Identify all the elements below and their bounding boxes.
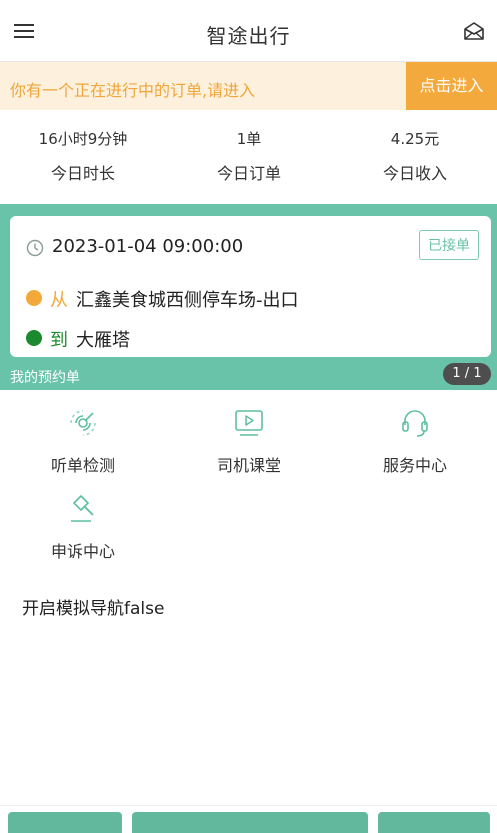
order-listening-icon <box>70 410 96 436</box>
reservation-section: 2023-01-04 09:00:00 已接单 从 汇鑫美食城西侧停车场-出口 … <box>0 204 497 390</box>
menu-item-service-center[interactable]: 服务中心 <box>332 400 497 480</box>
reservation-label: 我的预约单 <box>10 370 80 386</box>
simulated-nav-toggle[interactable]: 开启模拟导航false <box>22 594 164 619</box>
ongoing-order-banner: 你有一个正在进行中的订单,请进入 点击进入 <box>0 62 497 110</box>
order-time: 2023-01-04 09:00:00 <box>52 236 244 257</box>
app-title: 智途出行 <box>206 24 291 48</box>
destination-tag: 到 <box>50 330 68 351</box>
origin-dot-icon <box>26 290 42 306</box>
stat-label: 今日订单 <box>216 164 281 183</box>
stat-label: 今日收入 <box>382 164 447 183</box>
menu-item-label: 服务中心 <box>382 456 447 475</box>
menu-item-label: 申诉中心 <box>50 542 115 561</box>
order-status-badge: 已接单 <box>419 230 479 260</box>
stat-duration: 16小时9分钟 今日时长 <box>0 128 166 184</box>
destination-place: 大雁塔 <box>76 330 130 351</box>
bottom-left-button[interactable] <box>8 812 122 833</box>
app-header: 智途出行 <box>0 0 497 62</box>
stat-value: 16小时9分钟 <box>38 130 128 148</box>
gavel-icon <box>71 495 94 522</box>
stat-income: 4.25元 今日收入 <box>332 128 497 184</box>
reservation-order-card[interactable]: 2023-01-04 09:00:00 已接单 从 汇鑫美食城西侧停车场-出口 … <box>10 216 491 357</box>
bottom-divider <box>0 805 497 806</box>
stat-label: 今日时长 <box>50 164 115 183</box>
stat-value: 1单 <box>236 130 262 148</box>
banner-text: 你有一个正在进行中的订单,请进入 <box>10 81 256 100</box>
destination-dot-icon <box>26 330 42 346</box>
bottom-center-button[interactable] <box>132 812 368 833</box>
origin-place: 汇鑫美食城西侧停车场-出口 <box>76 290 299 311</box>
enter-order-button[interactable]: 点击进入 <box>406 62 497 110</box>
mail-icon[interactable] <box>463 21 485 41</box>
stat-orders: 1单 今日订单 <box>166 128 332 184</box>
driver-class-icon <box>235 410 263 436</box>
menu-item-label: 听单检测 <box>50 456 115 475</box>
stat-value: 4.25元 <box>390 130 440 148</box>
today-stats: 16小时9分钟 今日时长 1单 今日订单 4.25元 今日收入 <box>0 118 497 198</box>
menu-item-order-check[interactable]: 听单检测 <box>0 400 166 480</box>
menu-item-driver-class[interactable]: 司机课堂 <box>166 400 332 480</box>
headset-icon <box>402 410 428 437</box>
reservation-pager[interactable]: 1 / 1 <box>443 363 491 385</box>
origin-tag: 从 <box>50 290 68 311</box>
clock-icon <box>26 239 44 257</box>
menu-item-label: 司机课堂 <box>216 456 281 475</box>
bottom-right-button[interactable] <box>378 812 490 833</box>
menu-item-appeal-center[interactable]: 申诉中心 <box>0 486 166 566</box>
